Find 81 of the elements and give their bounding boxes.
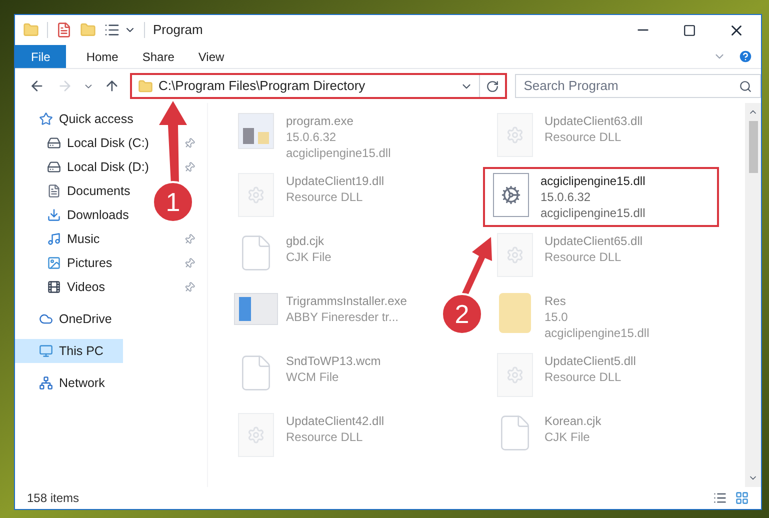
details-view-icon[interactable] <box>713 491 727 505</box>
file-detail: 15.0.6.32 <box>286 129 338 145</box>
ribbon-tab[interactable]: Home <box>74 45 130 68</box>
file-detail: 15.0.6.32 <box>540 189 592 205</box>
settings-file-icon <box>496 113 532 157</box>
file-detail: 15.0 <box>544 309 569 325</box>
window-title: Program <box>153 21 203 40</box>
step-badge: 2 <box>441 293 483 335</box>
file-item[interactable]: acgiclipengine15.dll 15.0.6.32 acgiclipengine15.dll <box>482 167 718 227</box>
cloud-icon <box>39 312 53 326</box>
file-detail: acgiclipengine15.dll <box>544 325 650 341</box>
up-icon[interactable] <box>104 78 120 94</box>
ribbon-tab[interactable]: File <box>15 45 66 68</box>
ribbon-tab[interactable]: View <box>186 45 236 68</box>
file-detail: Resource DLL <box>544 249 622 265</box>
folder-icon <box>138 78 153 94</box>
settings-file-icon <box>496 233 532 277</box>
file-detail: WCM File <box>286 369 340 385</box>
scroll-thumb[interactable] <box>748 121 758 173</box>
file-name: SndToWP13.wcm <box>286 353 381 369</box>
file-name: TrigrammsInstaller.exe <box>286 293 407 309</box>
pictures-icon <box>47 256 61 270</box>
search-field[interactable]: Search Program <box>514 74 761 98</box>
file-detail: CJK File <box>544 429 591 445</box>
sidebar-item[interactable]: Music <box>47 227 104 251</box>
network-icon <box>39 376 53 390</box>
file-detail: Resource DLL <box>544 369 622 385</box>
sidebar-item[interactable]: Videos <box>47 275 109 299</box>
sidebar-item[interactable]: Downloads <box>47 203 133 227</box>
documents-icon <box>47 184 61 198</box>
view-icon[interactable] <box>104 22 120 38</box>
file-detail: Resource DLL <box>544 129 622 145</box>
step-badge: 1 <box>152 181 194 223</box>
sidebar-item[interactable]: Pictures <box>47 251 116 275</box>
file-name: program.exe <box>286 113 354 129</box>
file-detail: Resource DLL <box>286 189 364 205</box>
back-icon[interactable] <box>29 78 45 94</box>
large-icons-view-icon[interactable] <box>735 491 749 505</box>
sidebar-item[interactable]: OneDrive <box>39 307 116 331</box>
file-detail: CJK File <box>286 249 332 265</box>
pc-icon <box>39 344 53 358</box>
address-bar[interactable]: C:\Program Files\Program Directory <box>130 73 507 99</box>
settings-file-icon <box>496 353 532 397</box>
file-name: UpdateClient19.dll <box>286 173 384 189</box>
sidebar-item[interactable]: Quick access <box>39 107 138 131</box>
folder-icon <box>498 293 530 333</box>
ribbon-tab[interactable]: Share <box>130 45 186 68</box>
file-name: Korean.cjk <box>544 413 602 429</box>
sidebar-item[interactable]: Local Disk (C:) <box>47 131 153 155</box>
music-icon <box>47 232 61 246</box>
file-name: acgiclipengine15.dll <box>540 173 646 189</box>
file-detail: acgiclipengine15.dll <box>286 145 391 161</box>
program-icon <box>238 113 274 149</box>
item-count: 158 items <box>27 490 80 507</box>
installer-icon <box>234 293 278 325</box>
file-name: gbd.cjk <box>286 233 326 249</box>
settings-file-icon <box>238 413 274 457</box>
sidebar-item[interactable]: Local Disk (D:) <box>47 155 153 179</box>
file-name: UpdateClient5.dll <box>544 353 636 369</box>
file-name: Res <box>544 293 567 309</box>
sidebar-item[interactable]: Documents <box>47 179 134 203</box>
help-icon[interactable] <box>738 49 753 64</box>
file-detail: ABBY Fineresder tr... <box>286 309 400 325</box>
drive-icon <box>47 136 61 150</box>
search-icon <box>738 80 752 92</box>
file-detail: acgiclipengine15.dll <box>540 205 646 221</box>
videos-icon <box>47 280 61 294</box>
settings-file-icon <box>238 173 274 217</box>
downloads-icon <box>47 208 61 222</box>
maximize-icon[interactable] <box>683 24 696 36</box>
drive-icon <box>47 160 61 174</box>
gear-file-icon <box>492 173 528 217</box>
file-detail: Resource DLL <box>286 429 364 445</box>
file-name: UpdateClient65.dll <box>544 233 643 249</box>
file-name: UpdateClient42.dll <box>286 413 384 429</box>
scrollbar[interactable] <box>745 103 761 487</box>
sidebar-item[interactable]: This PC <box>15 339 123 363</box>
star-icon <box>39 112 53 126</box>
refresh-icon[interactable] <box>486 80 499 92</box>
sidebar-item[interactable]: Network <box>39 371 109 395</box>
file-name: UpdateClient63.dll <box>544 113 643 129</box>
